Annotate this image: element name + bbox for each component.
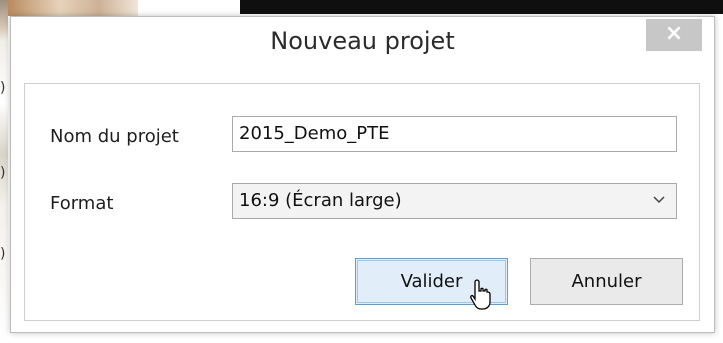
project-name-input[interactable]: 2015_Demo_PTE [232,116,677,152]
dialog-content: Nom du projet 2015_Demo_PTE Format 16:9 … [24,83,700,321]
title-bar: Nouveau projet × [11,17,714,77]
project-name-label: Nom du projet [50,126,179,147]
close-icon: × [664,21,684,46]
chevron-down-icon [652,184,666,230]
dialog-title: Nouveau projet [270,27,455,55]
cancel-button[interactable]: Annuler [530,258,683,305]
background-dark-panel [240,0,723,14]
format-label: Format [50,193,114,214]
format-select[interactable]: 16:9 (Écran large) [232,183,677,219]
mouse-cursor-icon [470,279,491,310]
background-mark: ) [0,246,6,262]
background-photo [8,0,138,16]
format-select-value: 16:9 (Écran large) [239,190,402,211]
background-mark: ) [0,165,6,181]
close-button[interactable]: × [646,19,702,51]
background-mark: ) [0,80,6,96]
new-project-dialog: Nouveau projet × Nom du projet 2015_Demo… [10,16,715,333]
